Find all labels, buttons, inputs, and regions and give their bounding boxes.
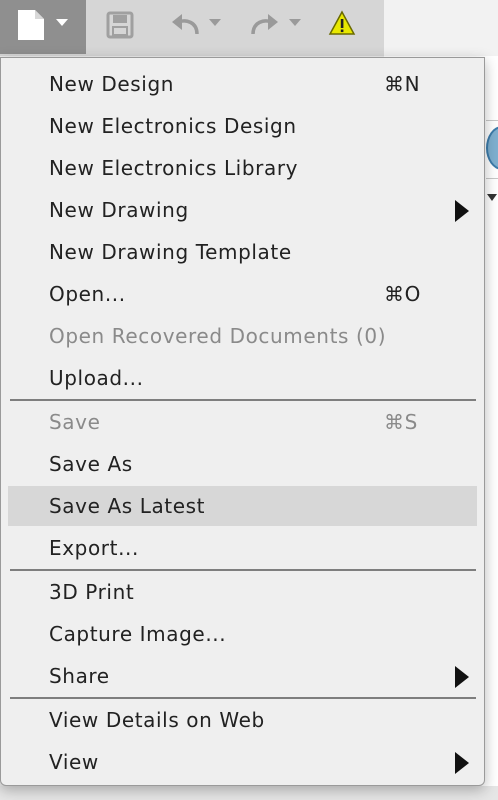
file-dropdown-menu: New Design ⌘N New Electronics Design New… [0,57,485,786]
menu-item-new-design[interactable]: New Design ⌘N [8,64,477,104]
menu-separator [10,569,476,571]
submenu-arrow-icon [455,752,469,774]
warning-icon[interactable] [328,10,356,36]
panel-divider [486,178,498,179]
menu-item-save: Save ⌘S [8,402,477,442]
menu-separator [10,399,476,401]
menu-item-label: Upload... [49,366,144,390]
canvas-header [384,0,498,56]
menu-item-label: Save As [49,452,133,476]
menu-item-shortcut: ⌘O [384,282,421,306]
menu-item-label: New Drawing [49,198,189,222]
menu-item-open[interactable]: Open... ⌘O [8,274,477,314]
menu-item-label: View [49,750,99,774]
menu-item-label: Open... [49,282,126,306]
submenu-arrow-icon [455,666,469,688]
undo-dropdown-icon[interactable] [208,18,222,28]
menu-item-share[interactable]: Share [8,656,477,696]
submenu-arrow-icon [455,200,469,222]
menu-item-label: New Design [49,72,175,96]
menu-item-label: Export... [49,536,139,560]
menu-item-capture-image[interactable]: Capture Image... [8,614,477,654]
menu-item-view-details-on-web[interactable]: View Details on Web [8,700,477,740]
menu-item-new-drawing[interactable]: New Drawing [8,190,477,230]
menu-item-save-as[interactable]: Save As [8,444,477,484]
menu-item-label: New Electronics Design [49,114,297,138]
undo-icon[interactable] [170,12,202,38]
status-strip [0,786,498,800]
menu-item-label: New Drawing Template [49,240,292,264]
save-icon[interactable] [105,10,135,40]
menu-item-new-drawing-template[interactable]: New Drawing Template [8,232,477,272]
menu-item-new-electronics-design[interactable]: New Electronics Design [8,106,477,146]
file-menu-button[interactable] [0,0,86,54]
menu-item-save-as-latest[interactable]: Save As Latest [8,486,477,526]
menu-item-open-recovered-documents: Open Recovered Documents (0) [8,316,477,356]
menu-item-upload[interactable]: Upload... [8,358,477,398]
menu-separator [10,697,476,699]
menu-item-new-electronics-library[interactable]: New Electronics Library [8,148,477,188]
menu-item-label: View Details on Web [49,708,265,732]
menu-item-3d-print[interactable]: 3D Print [8,572,477,612]
dropdown-caret-icon[interactable] [487,194,497,201]
redo-dropdown-icon[interactable] [288,18,302,28]
chevron-down-icon [56,19,68,26]
menu-item-export[interactable]: Export... [8,528,477,568]
document-icon [18,10,44,40]
menu-item-label: 3D Print [49,580,135,604]
menu-item-view[interactable]: View [8,742,477,782]
menu-item-label: Share [49,664,110,688]
redo-icon[interactable] [248,12,280,38]
menu-item-label: Open Recovered Documents (0) [49,324,387,348]
menu-item-shortcut: ⌘S [384,410,418,434]
quick-access-toolbar [0,0,384,56]
menu-item-label: Save [49,410,101,434]
menu-item-label: New Electronics Library [49,156,299,180]
menu-item-label: Capture Image... [49,622,227,646]
menu-item-label: Save As Latest [49,494,206,518]
menu-item-shortcut: ⌘N [384,72,421,96]
panel-divider [486,120,498,121]
